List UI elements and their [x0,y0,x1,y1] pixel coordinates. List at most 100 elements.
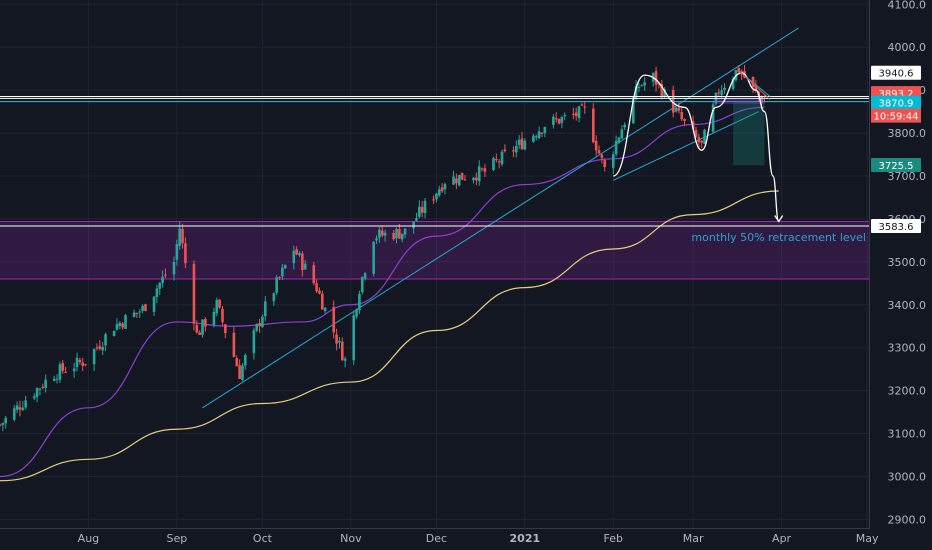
candle-body [700,140,704,143]
candle-body [674,107,678,112]
candle-body [295,249,298,255]
candle-body [112,331,116,337]
candle-body [358,294,361,311]
candle-body [398,229,401,239]
candle-body [497,161,501,163]
candle-body [495,159,498,161]
candle-body [360,276,364,293]
candle-body [477,166,481,182]
candle-body [455,178,458,184]
candle-body [412,221,415,229]
x-tick-label: Dec [426,532,447,545]
candle-body [312,265,316,284]
candle-body [263,301,267,317]
price-chart[interactable]: monthly 50% retracement level 4100.0 4000… [0,0,932,550]
y-tick-label: 3800.0 [888,127,927,140]
price-axis-panel [870,0,932,550]
candle-body [563,114,567,116]
candle-body [335,334,338,344]
price-tag-label: 3725.5 [879,161,914,172]
candle-body [235,358,239,367]
candle-body [72,368,76,372]
candle-body [363,273,367,279]
x-tick-label: Feb [604,532,623,545]
candle-body [597,150,601,154]
x-tick-label: Nov [340,532,362,545]
candle-body [138,311,142,313]
x-tick-label: Sep [166,532,187,545]
candle-body [195,324,199,333]
x-tick-label: Apr [772,532,792,545]
candle-body [52,378,56,381]
candle-body [392,232,395,240]
candle-body [440,187,444,192]
price-tag-label: 3583.6 [879,222,914,233]
y-tick-label: 4000.0 [888,41,927,54]
candle-body [534,136,538,138]
candle-body [315,283,318,292]
candle-body [543,127,547,133]
candle-body [352,315,356,361]
candle-body [244,355,247,366]
candle-body [338,340,341,343]
y-tick-label: 3200.0 [888,385,927,398]
candle-body [375,238,378,241]
candle-body [303,263,307,270]
candle-body [204,318,207,327]
candle-body [232,332,236,357]
candle-body [580,104,584,106]
projection-box [733,101,765,166]
candle-body [201,319,204,335]
y-tick-label: 2900.0 [888,513,927,526]
candle-body [81,362,85,366]
candle-body [301,253,304,271]
y-tick-label: 3300.0 [888,342,927,355]
candle-body [574,112,578,116]
candle-body [4,417,8,424]
candle-body [15,405,19,410]
candle-body [124,315,127,330]
candle-body [463,179,467,181]
y-tick-label: 4100.0 [888,0,927,11]
candle-body [611,154,615,168]
candle-body [292,250,296,264]
candle-body [503,149,507,152]
candle-body [557,118,561,124]
candle-body [614,140,618,155]
candle-body [298,252,301,256]
candle-body [255,323,259,331]
candle-body [512,150,515,152]
candle-body [64,371,67,373]
candle-body [480,168,484,170]
candle-body [540,132,544,134]
pattern-box [713,98,765,104]
candle-body [594,140,598,151]
candle-body [32,396,36,399]
candle-body [158,282,162,289]
candle-body [677,107,681,111]
candle-body [380,230,384,236]
candle-body [98,346,102,349]
candle-body [61,363,65,371]
candle-body [175,244,179,260]
candle-body [520,138,524,150]
candle-body [58,364,62,380]
candle-body [18,407,22,410]
x-tick-label: 2021 [510,532,541,545]
candle-body [560,116,564,123]
candle-body [215,299,219,314]
x-tick-label: May [856,532,879,545]
x-tick-label: Oct [253,532,273,545]
x-tick-label: Aug [78,532,99,545]
candle-body [600,154,604,158]
candle-body [432,199,435,201]
candle-body [552,116,555,126]
candle-body [221,308,224,323]
candle-body [41,386,45,388]
candle-body [577,106,581,119]
candle-body [383,232,387,236]
candle-body [583,106,587,108]
candle-body [452,176,455,185]
candle-body [275,277,278,293]
candle-body [144,304,147,311]
